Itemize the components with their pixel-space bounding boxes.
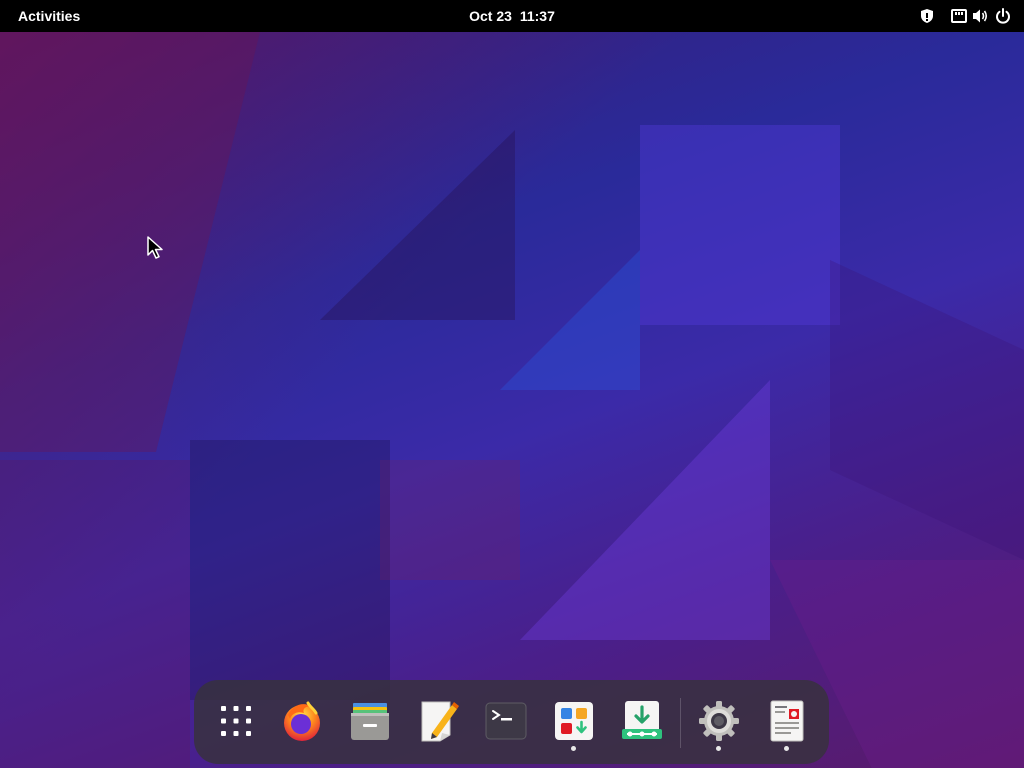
- terminal-icon: [485, 702, 527, 740]
- installer-icon: [622, 701, 662, 739]
- file-cabinet-icon: [351, 703, 389, 740]
- dock-item-files[interactable]: [347, 698, 393, 744]
- wallpaper-facet: [320, 130, 515, 320]
- clock-button[interactable]: Oct 23 11:37: [456, 4, 568, 28]
- dock-item-settings[interactable]: [696, 698, 742, 744]
- wallpaper-facet: [830, 260, 1024, 560]
- volume-icon: [970, 4, 992, 28]
- wallpaper-facet: [190, 440, 390, 700]
- dock: [194, 680, 829, 764]
- running-indicator: [571, 746, 576, 751]
- dock-item-text-editor[interactable]: [415, 698, 461, 744]
- top-bar: Activities Oct 23 11:37: [0, 0, 1024, 32]
- wallpaper-facet: [520, 380, 770, 640]
- running-indicator: [784, 746, 789, 751]
- power-icon: [992, 4, 1014, 28]
- dock-item-software[interactable]: [551, 698, 597, 744]
- text-editor-icon: [421, 701, 459, 742]
- wallpaper-facet: [380, 460, 520, 580]
- software-store-icon: [555, 702, 593, 740]
- clock-date: Oct 23: [469, 8, 512, 24]
- activities-button[interactable]: Activities: [6, 4, 92, 28]
- dock-item-terminal[interactable]: [483, 698, 529, 744]
- running-indicator: [716, 746, 721, 751]
- show-apps-button[interactable]: [213, 698, 259, 744]
- app-grid-icon: [221, 706, 251, 736]
- privacy-shield-icon[interactable]: [916, 4, 938, 28]
- dock-separator: [680, 698, 681, 748]
- wallpaper-facet: [500, 250, 640, 390]
- clock-time: 11:37: [519, 8, 555, 24]
- system-tray: [916, 4, 1014, 28]
- dock-item-firefox[interactable]: [279, 698, 325, 744]
- system-menu-button[interactable]: [948, 4, 1014, 28]
- gear-icon: [699, 701, 739, 741]
- dock-item-installer[interactable]: [619, 698, 665, 744]
- desktop: Activities Oct 23 11:37: [0, 0, 1024, 768]
- document-viewer-icon: [770, 700, 804, 742]
- network-wired-icon: [948, 4, 970, 28]
- wallpaper-facet: [0, 460, 190, 768]
- wallpaper-facet: [640, 125, 840, 325]
- dock-item-document-viewer[interactable]: [764, 698, 810, 744]
- wallpaper-facet: [0, 32, 260, 452]
- mouse-pointer-icon: [147, 236, 163, 259]
- firefox-icon: [284, 701, 320, 741]
